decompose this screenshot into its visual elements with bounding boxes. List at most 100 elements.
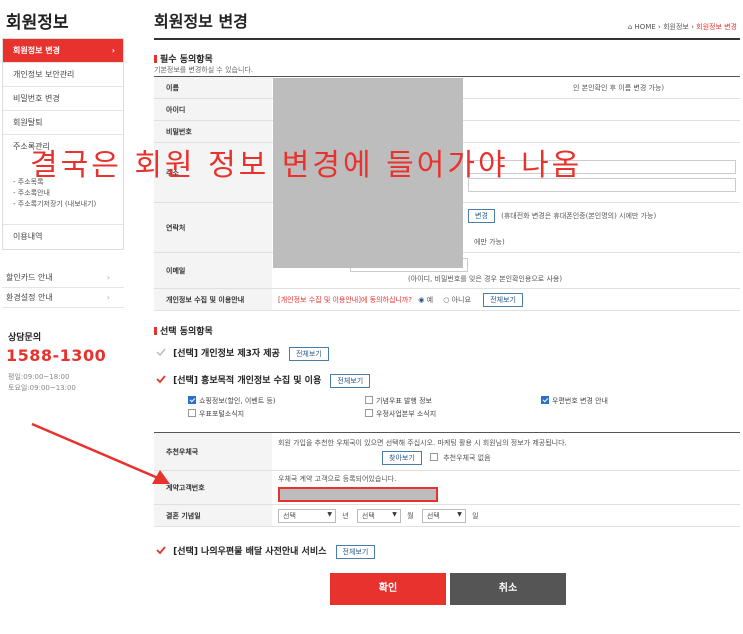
name-note: 인 본인확인 후 이름 변경 가능) [573,83,665,92]
consult-weekday: 평일:09:00~18:00 [8,373,70,381]
radio-yes-label: 예 [426,295,434,304]
row-label: 이메일 [154,252,272,289]
consult-hours: 평일:09:00~18:00 토요일:09:00~13:00 [8,372,76,394]
delivery-view-button[interactable]: 전체보기 [335,545,376,559]
marketing-check-3[interactable]: 우편번호 변경 안내 [541,396,608,406]
marketing-check-2[interactable]: 기념우표 발행 정보 [365,396,432,406]
sidebar-item-member-info[interactable]: 회원정보 변경 › [3,39,123,63]
breadcrumb-current: 회원정보 변경 [696,23,737,31]
breadcrumb-member-info[interactable]: 회원정보 [663,23,689,31]
recommender-none-checkbox[interactable] [430,453,438,461]
check-icon[interactable] [156,347,166,357]
confirm-button[interactable]: 확인 [330,573,446,605]
breadcrumb-home[interactable]: HOME [635,23,656,31]
sidebar-item-label: 환경설정 안내 [6,293,53,302]
checkbox-icon [365,396,373,404]
recommender-find-button[interactable]: 찾아보기 [382,451,422,465]
row-label: 결혼 기념일 [154,504,272,527]
sidebar-sub-item[interactable]: - 주소록기저장기 (내보내기) [13,199,123,210]
marketing-view-button[interactable]: 전체보기 [330,374,371,388]
marketing-row: [선택] 홍보목적 개인정보 수집 및 이용 전체보기 [156,373,371,388]
overlay-annotation: 결국은 회원 정보 변경에 들어가야 나옴 [30,148,583,183]
anniversary-year-select[interactable]: 선택 [278,508,336,523]
consent-view-all-button[interactable]: 전체보기 [483,292,523,307]
row-label: 아이디 [154,98,272,121]
sidebar-item-withdraw[interactable]: 회원탈퇴 [3,111,123,135]
sidebar-item-privacy-security[interactable]: 개인정보 보안관리 [3,63,123,87]
table-row: 추천우체국 회원 가입을 추천한 우체국이 있으면 선택해 주십시오. 마케팅 … [154,432,740,471]
breadcrumb: ⌂ HOME › 회원정보 › 회원정보 변경 [628,22,737,32]
required-section-title: 필수 동의항목 [154,52,213,65]
breadcrumb-sep: › [691,23,694,31]
page-title: 회원정보 변경 [154,12,248,31]
row-label: 연락처 [154,202,272,253]
recommender-none-label: 추천우체국 없음 [443,454,491,462]
chevron-right-icon: › [106,293,110,302]
cancel-button[interactable]: 취소 [450,573,566,605]
consult-phone: 1588-1300 [6,346,107,365]
anniversary-value: 선택 년 선택 월 선택 일 [272,504,740,527]
check-icon[interactable] [156,545,166,555]
marketing-check-4[interactable]: 우표포털소식지 [188,409,244,419]
anniversary-month-select[interactable]: 선택 [356,508,401,523]
sidebar-title: 회원정보 [6,13,69,33]
contract-value: 우체국 계약 고객으로 등록되어있습니다. [272,470,740,505]
marketing-check-5[interactable]: 우정사업본부 소식지 [365,409,436,419]
consent-value: [개인정보 수집 및 이용안내]에 동의하십니까? ◉ 예 ○ 아니요 전체보기 [272,288,740,311]
email-note: (아이디, 비밀번호를 잊은 경우 본인확인용으로 사용) [408,274,563,283]
recommender-desc: 회원 가입을 추천한 우체국이 있으면 선택해 주십시오. 마케팅 활용 시 회… [278,439,567,447]
optional-section-title: 선택 동의항목 [154,324,213,337]
anniversary-day-select[interactable]: 선택 [421,508,466,523]
table-row: 결혼 기념일 선택 년 선택 월 선택 일 [154,504,740,527]
sidebar-item-discount-card[interactable]: 할인카드 안내 › [2,268,124,288]
sidebar-item-label: 회원정보 변경 [13,46,60,55]
delivery-label: [선택] 나의우편물 배달 사전안내 서비스 [173,547,327,557]
row-label: 이름 [154,76,272,99]
third-party-label: [선택] 개인정보 제3자 제공 [173,349,280,359]
marketing-label: [선택] 홍보목적 개인정보 수집 및 이용 [173,376,322,386]
month-label: 월 [407,511,414,520]
sidebar-sub-item[interactable]: - 주소록안내 [13,188,123,199]
year-label: 년 [342,511,349,520]
chevron-right-icon: › [106,273,110,282]
contact-change-button[interactable]: 변경 [468,208,495,223]
sidebar-item-password[interactable]: 비밀번호 변경 [3,87,123,111]
sidebar-item-label: 할인카드 안내 [6,273,53,282]
consult-label: 상담문의 [8,333,42,343]
day-label: 일 [472,511,479,520]
checkbox-label: 우정사업본부 소식지 [376,410,437,418]
table-row: 개인정보 수집 및 이용안내 [개인정보 수집 및 이용안내]에 동의하십니까?… [154,288,740,311]
table-row: 계약고객번호 우체국 계약 고객으로 등록되어있습니다. [154,470,740,505]
contract-desc: 우체국 계약 고객으로 등록되어있습니다. [278,474,397,483]
radio-no[interactable]: ○ [443,296,449,304]
checkbox-label: 우표포털소식지 [199,410,245,418]
checkbox-label: 우편번호 변경 안내 [552,397,608,405]
contact-note-2: 에만 가능) [474,237,505,246]
home-icon[interactable]: ⌂ [628,23,632,31]
checkbox-label: 쇼핑정보(할인, 이벤트 등) [199,397,276,405]
checkbox-icon [541,396,549,404]
third-party-view-button[interactable]: 전체보기 [288,347,329,361]
contract-number-field[interactable] [278,486,438,502]
recommender-value: 회원 가입을 추천한 우체국이 있으면 선택해 주십시오. 마케팅 활용 시 회… [272,432,740,471]
check-icon[interactable] [156,374,166,384]
marketing-check-1[interactable]: 쇼핑정보(할인, 이벤트 등) [188,396,276,406]
sidebar-extra-menu: 할인카드 안내 › 환경설정 안내 › [2,268,124,308]
required-section-desc: 기본정보를 변경하실 수 있습니다. [154,66,254,74]
annotation-arrow [31,422,170,484]
row-label: 개인정보 수집 및 이용안내 [154,288,272,311]
contact-note: (휴대전화 변경은 휴대폰인증(본인명의) 시에만 가능) [501,211,657,220]
checkbox-icon [188,396,196,404]
breadcrumb-sep: › [658,23,661,31]
checkbox-icon [365,409,373,417]
sidebar-item-settings[interactable]: 환경설정 안내 › [2,288,124,308]
optional-form-table: 추천우체국 회원 가입을 추천한 우체국이 있으면 선택해 주십시오. 마케팅 … [154,432,740,527]
sidebar-item-usage[interactable]: 이용내역 [3,225,123,249]
consent-question: [개인정보 수집 및 이용안내]에 동의하십니까? [278,295,412,304]
radio-yes[interactable]: ◉ [418,296,424,304]
checkbox-icon [188,409,196,417]
chevron-right-icon: › [111,46,115,55]
consult-saturday: 토요일:09:00~13:00 [8,384,76,392]
title-divider [154,38,740,40]
delivery-row: [선택] 나의우편물 배달 사전안내 서비스 전체보기 [156,544,376,559]
